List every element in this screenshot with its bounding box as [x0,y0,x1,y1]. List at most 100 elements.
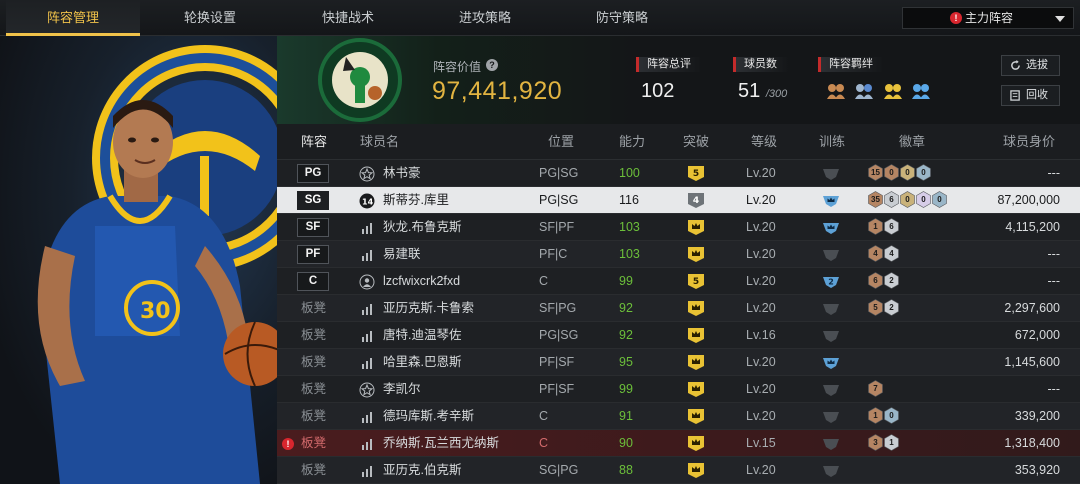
breakthrough-badge-icon[interactable] [687,246,705,263]
player-name[interactable]: 狄龙.布鲁克斯 [383,214,461,241]
breakthrough-badge-icon[interactable] [687,408,705,425]
badge-count: 4 [873,249,878,258]
player-name[interactable]: 斯蒂芬.库里 [383,187,449,214]
bond-icon-silver[interactable] [854,81,874,99]
training-icon[interactable] [822,355,840,370]
question-circle-icon[interactable]: ? [486,59,498,71]
badge-count: 1 [873,222,878,231]
training-icon[interactable] [822,220,840,235]
player-ability: 103 [619,247,640,261]
header-player-name[interactable]: 球员名 [360,124,399,160]
bond-icons[interactable] [826,81,935,101]
player-name[interactable]: 哈里森.巴恩斯 [383,349,461,376]
tab-lineup-management[interactable]: 阵容管理 [6,0,140,36]
breakthrough-badge-icon[interactable]: 5 [687,165,705,182]
training-icon[interactable]: 2 [822,274,840,289]
table-row[interactable]: PG 林书豪 PG|SG 100 5 Lv.20 15 0 0 0 --- [277,160,1080,187]
player-ability: 103 [619,220,640,234]
training-icon[interactable] [822,382,840,397]
player-name[interactable]: 亚历克斯.卡鲁索 [383,295,474,322]
player-name[interactable]: 唐特.迪温琴佐 [383,322,461,349]
table-row[interactable]: 板凳 亚历克.伯克斯 SG|PG 88 Lv.20 353,920 [277,457,1080,484]
player-name[interactable]: lzcfwixcrk2fxd [383,268,460,295]
player-position: SG|PG [539,463,579,477]
badge-list[interactable]: 52 [868,299,900,318]
breakthrough-badge-icon[interactable] [687,300,705,317]
badge-list[interactable]: 10 [868,407,900,426]
badge-count: 0 [905,168,910,177]
recycle-button[interactable]: 回收 [1001,85,1060,106]
badge-list[interactable]: 35 6 0 0 0 [868,191,948,210]
table-row[interactable]: Clzcfwixcrk2fxd C 99 5 Lv.20 2 6 2 --- [277,268,1080,295]
header-position[interactable]: 位置 [548,124,574,160]
lineup-slot-tag[interactable]: PF [297,245,329,264]
tab-rotation-settings[interactable]: 轮换设置 [143,0,277,36]
badge-list[interactable]: 31 [868,434,900,453]
training-icon[interactable] [822,166,840,181]
table-row[interactable]: 板凳 李凯尔 PF|SF 99 Lv.20 7 --- [277,376,1080,403]
lineup-slot-tag[interactable]: C [297,272,329,291]
badge-list[interactable]: 62 [868,272,900,291]
breakthrough-badge-icon[interactable] [687,381,705,398]
training-icon[interactable] [822,193,840,208]
header-lineup[interactable]: 阵容 [301,124,327,160]
header-training[interactable]: 训练 [819,124,845,160]
breakthrough-badge-icon[interactable]: 4 [687,192,705,209]
header-breakthrough[interactable]: 突破 [683,124,709,160]
lineup-overall-stat: 阵容总评 102 [636,57,702,103]
header-player-value[interactable]: 球员身价 [1003,124,1055,160]
header-badges[interactable]: 徽章 [899,124,925,160]
player-value: --- [1047,382,1061,396]
breakthrough-badge-icon[interactable]: 5 [687,273,705,290]
lineup-slot-tag[interactable]: SF [297,218,329,237]
select-button[interactable]: 选拔 [1001,55,1060,76]
player-name[interactable]: 乔纳斯.瓦兰西尤纳斯 [383,430,499,457]
table-row[interactable]: ! 板凳 乔纳斯.瓦兰西尤纳斯 C 90 Lv.15 3 1 1,318,400 [277,430,1080,457]
player-count-stat: 球员数 51 /300 [733,57,789,103]
badge-list[interactable]: 16 [868,218,900,237]
training-icon[interactable] [822,463,840,478]
badge-list[interactable]: 44 [868,245,900,264]
header-level[interactable]: 等级 [751,124,777,160]
table-row[interactable]: SG 14 斯蒂芬.库里 PG|SG 116 4 Lv.20 35 6 0 0 0 87,200,000 [277,187,1080,214]
training-icon[interactable] [822,247,840,262]
table-row[interactable]: SF 狄龙.布鲁克斯 SF|PF 103 Lv.20 1 6 4,115,200 [277,214,1080,241]
breakthrough-badge-icon[interactable] [687,462,705,479]
player-name[interactable]: 李凯尔 [383,376,421,403]
table-row[interactable]: PF 易建联 PF|C 103 Lv.20 4 4 --- [277,241,1080,268]
player-name[interactable]: 亚历克.伯克斯 [383,457,461,484]
table-row[interactable]: 板凳 唐特.迪温琴佐 PG|SG 92 Lv.16 672,000 [277,322,1080,349]
table-row[interactable]: 板凳 哈里森.巴恩斯 PF|SF 95 Lv.20 1,145,600 [277,349,1080,376]
player-value: --- [1047,166,1061,180]
bond-icon-bronze[interactable] [826,81,846,99]
table-row[interactable]: 板凳 德玛库斯.考辛斯 C 91 Lv.20 1 0 339,200 [277,403,1080,430]
training-icon[interactable] [822,301,840,316]
training-icon[interactable] [822,436,840,451]
header-ability[interactable]: 能力 [619,124,645,160]
refresh-icon [1011,60,1020,70]
lineup-slot-tag[interactable]: SG [297,191,329,210]
player-name[interactable]: 林书豪 [383,160,421,187]
player-name[interactable]: 易建联 [383,241,421,268]
breakthrough-badge-icon[interactable] [687,327,705,344]
training-icon[interactable] [822,328,840,343]
breakthrough-badge-icon[interactable] [687,354,705,371]
table-row[interactable]: 板凳 亚历克斯.卡鲁索 SF|PG 92 Lv.20 5 2 2,297,600 [277,295,1080,322]
tab-offense-strategy[interactable]: 进攻策略 [418,0,552,36]
badge-list[interactable]: 7 [868,380,884,399]
lineup-slot-tag[interactable]: PG [297,164,329,183]
breakthrough-badge-icon[interactable] [687,435,705,452]
lineup-dropdown[interactable]: ! 主力阵容 [902,7,1074,29]
tab-quick-tactics[interactable]: 快捷战术 [281,0,415,36]
badge-count: 0 [889,168,894,177]
bench-label: 板凳 [301,301,327,315]
training-icon[interactable] [822,409,840,424]
player-ability: 92 [619,328,633,342]
player-name[interactable]: 德玛库斯.考辛斯 [383,403,474,430]
bond-icon-blue[interactable] [911,81,931,99]
lineup-value: 97,441,920 [432,77,563,105]
tab-defense-strategy[interactable]: 防守策略 [555,0,689,36]
breakthrough-badge-icon[interactable] [687,219,705,236]
bond-icon-gold[interactable] [883,81,903,99]
badge-list[interactable]: 15 0 0 0 [868,164,932,183]
